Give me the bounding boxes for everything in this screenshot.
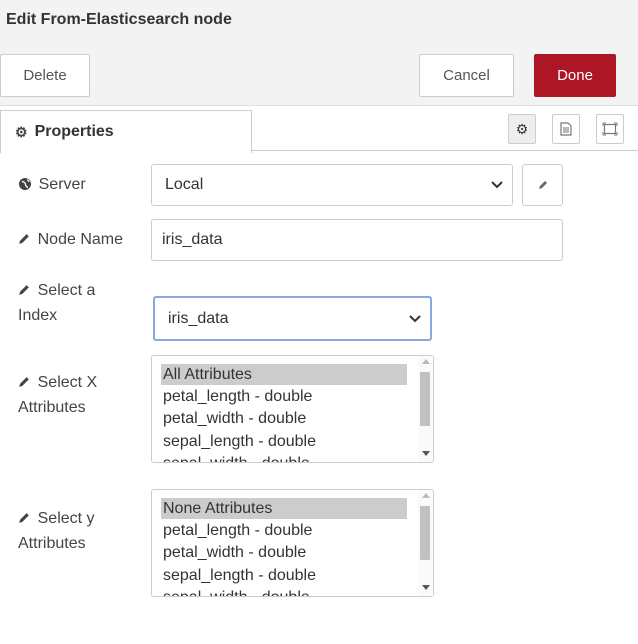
node-name-label-text: Node Name	[37, 231, 123, 248]
tab-divider	[252, 150, 638, 151]
list-option[interactable]: sepal_width - double	[161, 587, 407, 596]
scrollbar-thumb[interactable]	[420, 506, 430, 560]
gear-icon: ⚙	[15, 123, 28, 140]
list-option[interactable]: sepal_length - double	[161, 565, 407, 586]
description-icon	[560, 122, 572, 136]
frame-icon	[602, 122, 618, 136]
dialog-title: Edit From-Elasticsearch node	[0, 0, 638, 42]
appearance-tab-button[interactable]	[596, 114, 624, 144]
index-label: Select a Index	[18, 278, 95, 328]
tab-properties[interactable]: ⚙ Properties	[0, 110, 252, 153]
chevron-down-icon	[491, 181, 503, 189]
server-select[interactable]: Local	[151, 164, 513, 206]
chevron-down-icon	[409, 314, 421, 322]
list-option[interactable]: sepal_width - double	[161, 453, 407, 462]
list-option[interactable]: petal_length - double	[161, 520, 407, 541]
server-label-text: Server	[38, 176, 86, 193]
y-attributes-label-line2: Attributes	[18, 535, 86, 552]
list-option[interactable]: All Attributes	[161, 364, 407, 385]
server-select-value: Local	[165, 176, 204, 193]
delete-button[interactable]: Delete	[0, 54, 90, 97]
scrollbar-thumb[interactable]	[420, 372, 430, 426]
globe-icon	[18, 177, 36, 192]
pencil-icon	[538, 181, 547, 189]
index-select[interactable]: iris_data	[153, 296, 432, 341]
y-attributes-label-line1: Select y	[37, 510, 95, 527]
node-name-input[interactable]: iris_data	[151, 219, 563, 261]
scroll-down-arrow-icon[interactable]	[422, 585, 430, 590]
pencil-icon	[18, 375, 35, 390]
y-attributes-listbox[interactable]: None Attributes petal_length - double pe…	[151, 489, 434, 597]
done-button[interactable]: Done	[534, 54, 616, 97]
server-label: Server	[18, 172, 86, 197]
list-option[interactable]: petal_length - double	[161, 386, 407, 407]
index-select-value: iris_data	[168, 309, 229, 327]
scrollbar[interactable]	[418, 490, 433, 596]
gear-icon: ⚙	[515, 120, 529, 137]
x-attributes-listbox[interactable]: All Attributes petal_length - double pet…	[151, 355, 434, 463]
settings-tab-button[interactable]: ⚙	[508, 114, 536, 144]
list-option[interactable]: None Attributes	[161, 498, 407, 519]
scroll-down-arrow-icon[interactable]	[422, 451, 430, 456]
scroll-up-arrow-icon[interactable]	[422, 359, 430, 364]
list-option[interactable]: sepal_length - double	[161, 431, 407, 452]
x-attributes-label-line2: Attributes	[18, 399, 86, 416]
pencil-icon	[18, 232, 35, 247]
list-option[interactable]: petal_width - double	[161, 542, 407, 563]
x-attributes-label-line1: Select X	[37, 374, 98, 391]
list-option[interactable]: petal_width - double	[161, 408, 407, 429]
y-attributes-label: Select y Attributes	[18, 506, 95, 556]
x-attributes-label: Select X Attributes	[18, 370, 97, 420]
scroll-up-arrow-icon[interactable]	[422, 493, 430, 498]
description-tab-button[interactable]	[552, 114, 580, 144]
scrollbar[interactable]	[418, 356, 433, 462]
pencil-icon	[18, 511, 35, 526]
edit-server-button[interactable]	[522, 164, 563, 206]
tab-properties-label: Properties	[34, 123, 114, 140]
node-name-label: Node Name	[18, 227, 123, 252]
cancel-button[interactable]: Cancel	[419, 54, 514, 97]
pencil-icon	[18, 283, 35, 298]
dialog-toolbar: Delete Cancel Done	[0, 42, 638, 106]
index-label-line2: Index	[18, 307, 58, 324]
index-label-line1: Select a	[37, 282, 96, 299]
